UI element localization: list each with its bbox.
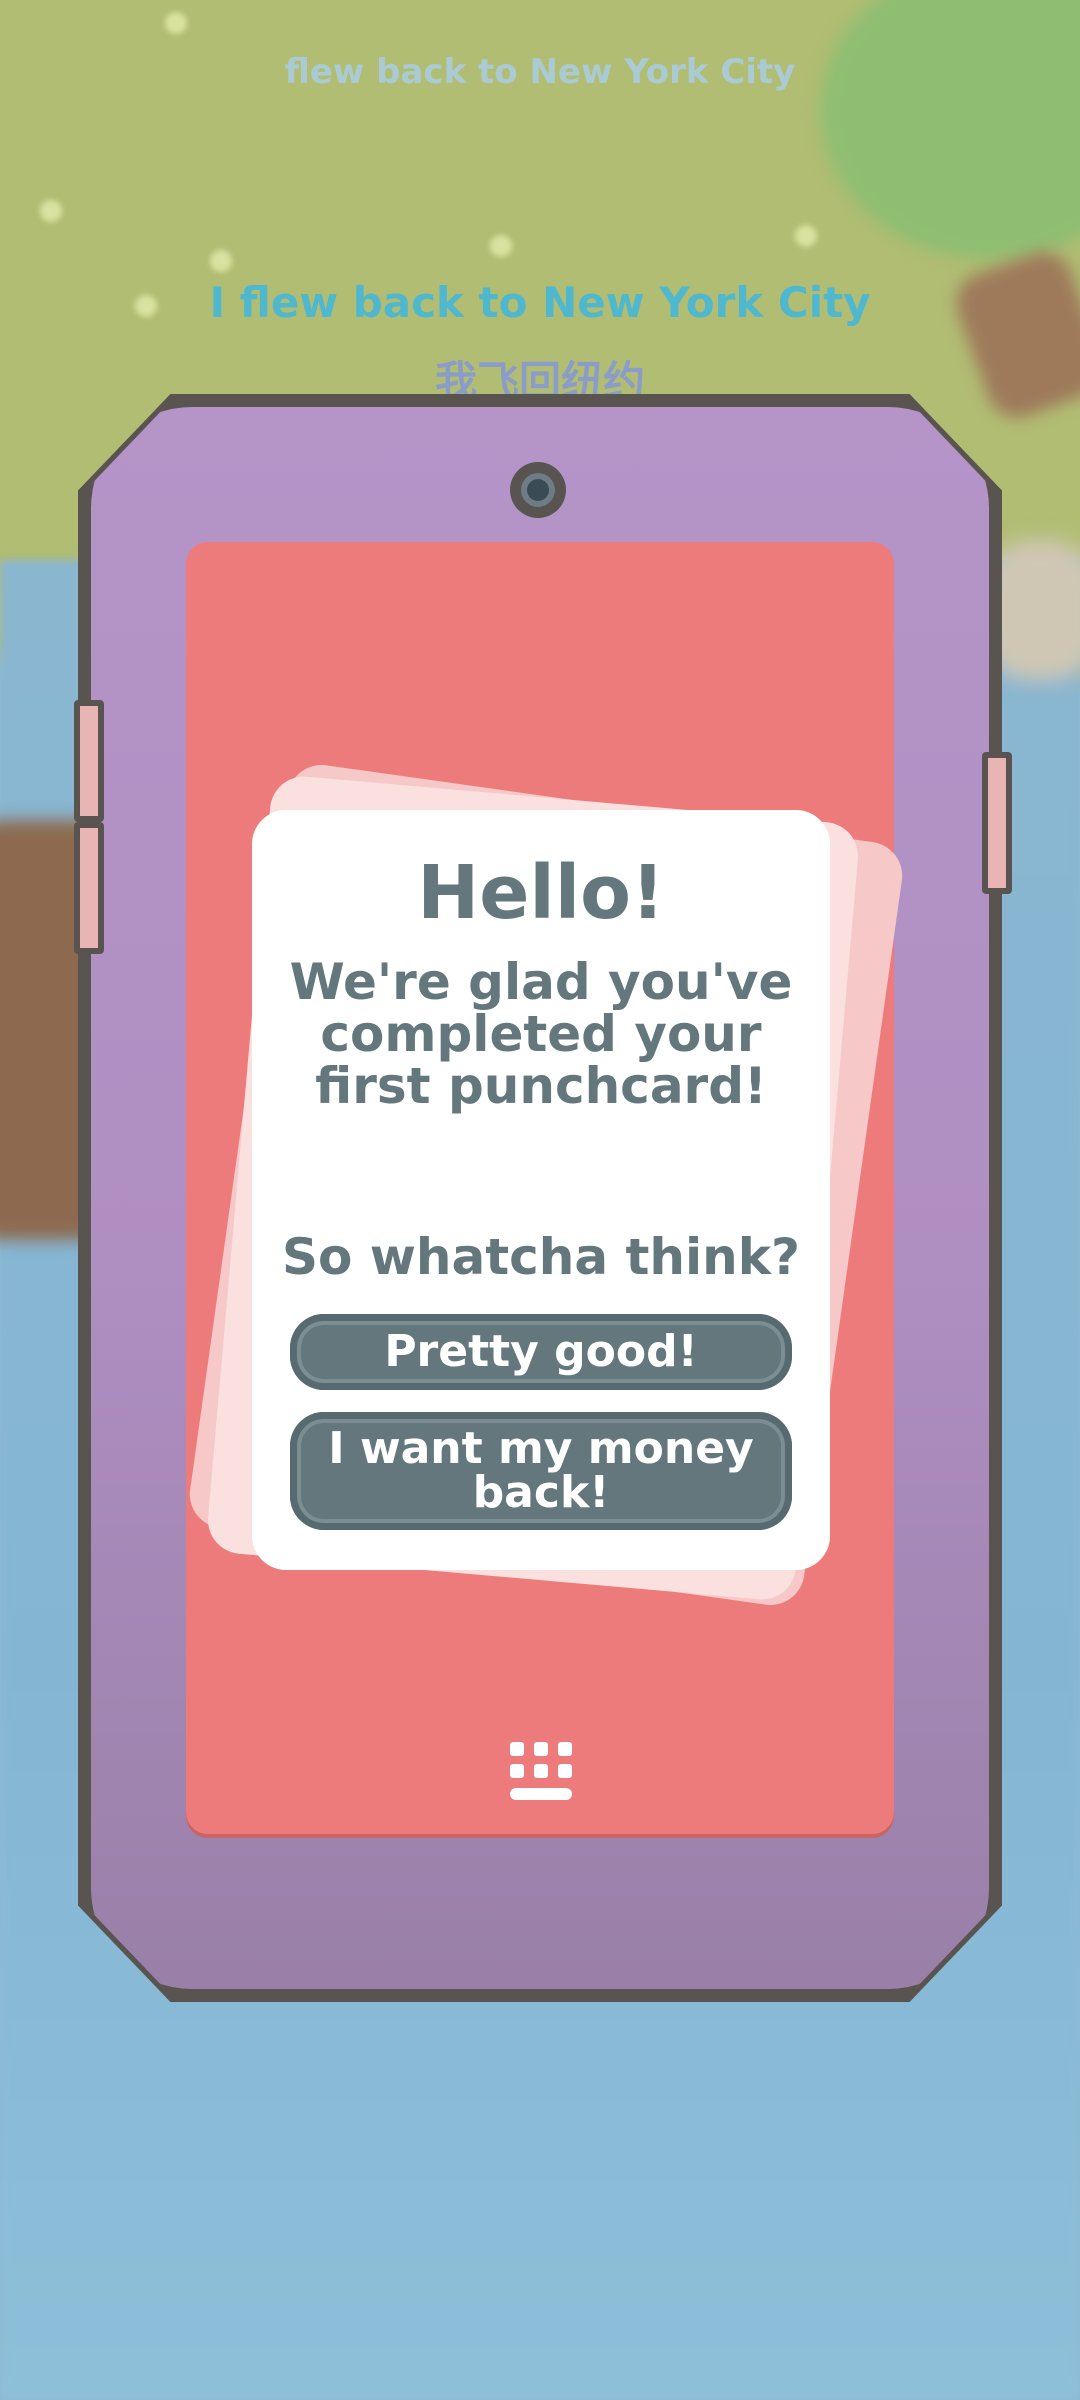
pretty-good-label: Pretty good! — [384, 1326, 698, 1377]
keyboard-spacebar — [510, 1788, 572, 1800]
subtitle-english: I flew back to New York City — [209, 278, 871, 327]
keyboard-key — [534, 1742, 548, 1756]
pretty-good-button[interactable]: Pretty good! — [290, 1314, 792, 1390]
sparkle — [40, 200, 62, 222]
sparkle — [210, 250, 232, 272]
money-back-label: I want my money back! — [328, 1423, 754, 1518]
sparkle — [795, 225, 817, 247]
phone-side-button-left-lower — [74, 822, 104, 954]
subtitle-faded: flew back to New York City — [284, 52, 796, 92]
phone-side-button-left-upper — [74, 700, 104, 822]
dialog-greeting: Hello! — [417, 850, 665, 936]
dialog-card: Hello! We're glad you've completed your … — [252, 810, 830, 1570]
sparkle — [165, 12, 187, 34]
keyboard-icon[interactable] — [508, 1742, 574, 1804]
camera-icon — [510, 462, 566, 518]
keyboard-key — [510, 1742, 524, 1756]
keyboard-key — [558, 1742, 572, 1756]
keyboard-key — [510, 1764, 524, 1778]
phone-side-button-right — [982, 752, 1012, 894]
keyboard-key — [534, 1764, 548, 1778]
keyboard-key — [558, 1764, 572, 1778]
dialog-question: So whatcha think? — [281, 1228, 801, 1286]
money-back-button[interactable]: I want my money back! — [290, 1412, 792, 1530]
sparkle — [490, 235, 512, 257]
camera-lens — [521, 473, 555, 507]
dialog-message: We're glad you've completed your first p… — [289, 953, 793, 1115]
